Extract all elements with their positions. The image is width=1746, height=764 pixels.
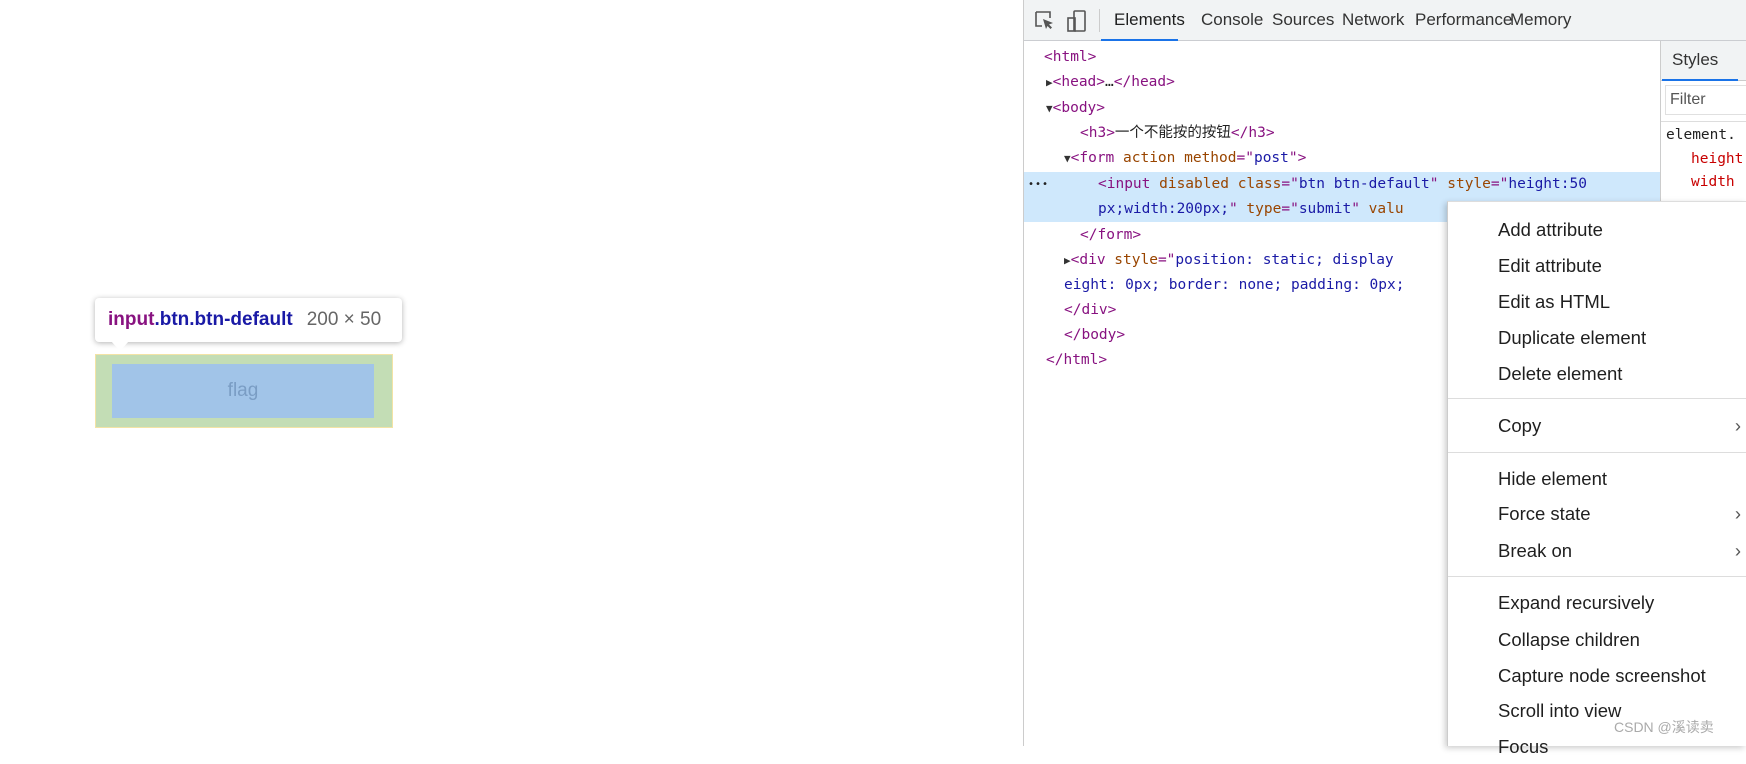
submenu-chevron-icon: › [1734,503,1741,524]
divider [1661,121,1746,122]
tab-elements[interactable]: Elements [1101,0,1185,41]
dom-node-head[interactable]: ▶<head>…</head> [1024,70,1660,95]
watermark: CSDN @溪读卖 [1614,719,1714,735]
styles-filter-input[interactable]: Filter [1665,85,1746,115]
menu-force-state[interactable]: Force state › [1448,497,1746,531]
menu-delete-element[interactable]: Delete element [1448,357,1746,391]
style-prop-width[interactable]: width [1691,174,1735,190]
menu-separator [1448,452,1746,453]
inspect-tooltip: input .btn.btn-default 200 × 50 [95,298,402,351]
submenu-chevron-icon: › [1734,540,1741,561]
dom-node-body[interactable]: ▼<body> [1024,96,1660,121]
menu-duplicate-element[interactable]: Duplicate element [1448,321,1746,355]
menu-copy[interactable]: Copy › [1448,409,1746,443]
collapse-triangle-icon[interactable]: ▼ [1046,102,1053,115]
menu-break-on[interactable]: Break on › [1448,534,1746,568]
menu-edit-attribute[interactable]: Edit attribute [1448,249,1746,283]
dom-node-input-selected[interactable]: ••• <input disabled class="btn btn-defaul… [1024,172,1660,197]
context-menu: Add attribute Edit attribute Edit as HTM… [1447,201,1746,757]
menu-hide-element[interactable]: Hide element [1448,462,1746,496]
toolbar-divider [1099,9,1100,32]
tab-network[interactable]: Network [1331,0,1415,41]
menu-copy-label: Copy [1498,415,1542,436]
dom-node-html[interactable]: <html> [1024,45,1660,70]
menu-separator [1448,576,1746,577]
submenu-chevron-icon: › [1734,415,1741,436]
tooltip-tag: input [108,309,155,330]
menu-separator [1448,398,1746,399]
tab-styles[interactable]: Styles [1662,41,1738,81]
menu-add-attribute[interactable]: Add attribute [1448,213,1746,247]
tab-memory[interactable]: Memory [1499,0,1582,41]
expand-triangle-icon[interactable]: ▶ [1064,254,1071,267]
inspect-element-icon[interactable] [1034,10,1056,32]
tooltip-size: 200 × 50 [306,309,382,330]
style-prop-height[interactable]: height [1691,151,1743,167]
expand-triangle-icon[interactable]: ▶ [1046,76,1053,89]
menu-expand-recursively[interactable]: Expand recursively [1448,586,1746,620]
styles-selector: element. [1666,127,1736,143]
menu-edit-as-html[interactable]: Edit as HTML [1448,285,1746,319]
menu-break-on-label: Break on [1498,540,1573,561]
button-label: flag [227,380,259,401]
device-toolbar-icon[interactable] [1066,10,1088,32]
tooltip-arrow [111,341,129,351]
devtools-toolbar: Elements Console Sources Network Perform… [1024,0,1746,41]
more-dots-icon[interactable]: ••• [1028,172,1049,197]
dom-node-form[interactable]: ▼<form action method="post"> [1024,146,1660,171]
tooltip-classes: .btn.btn-default [154,309,293,330]
menu-collapse-children[interactable]: Collapse children [1448,623,1746,657]
menu-capture-node-screenshot[interactable]: Capture node screenshot [1448,659,1746,693]
dom-node-h3[interactable]: <h3>一个不能按的按钮</h3> [1024,121,1660,146]
menu-force-state-label: Force state [1498,503,1591,524]
disabled-flag-button[interactable]: flag [112,364,374,418]
collapse-triangle-icon[interactable]: ▼ [1064,152,1071,165]
